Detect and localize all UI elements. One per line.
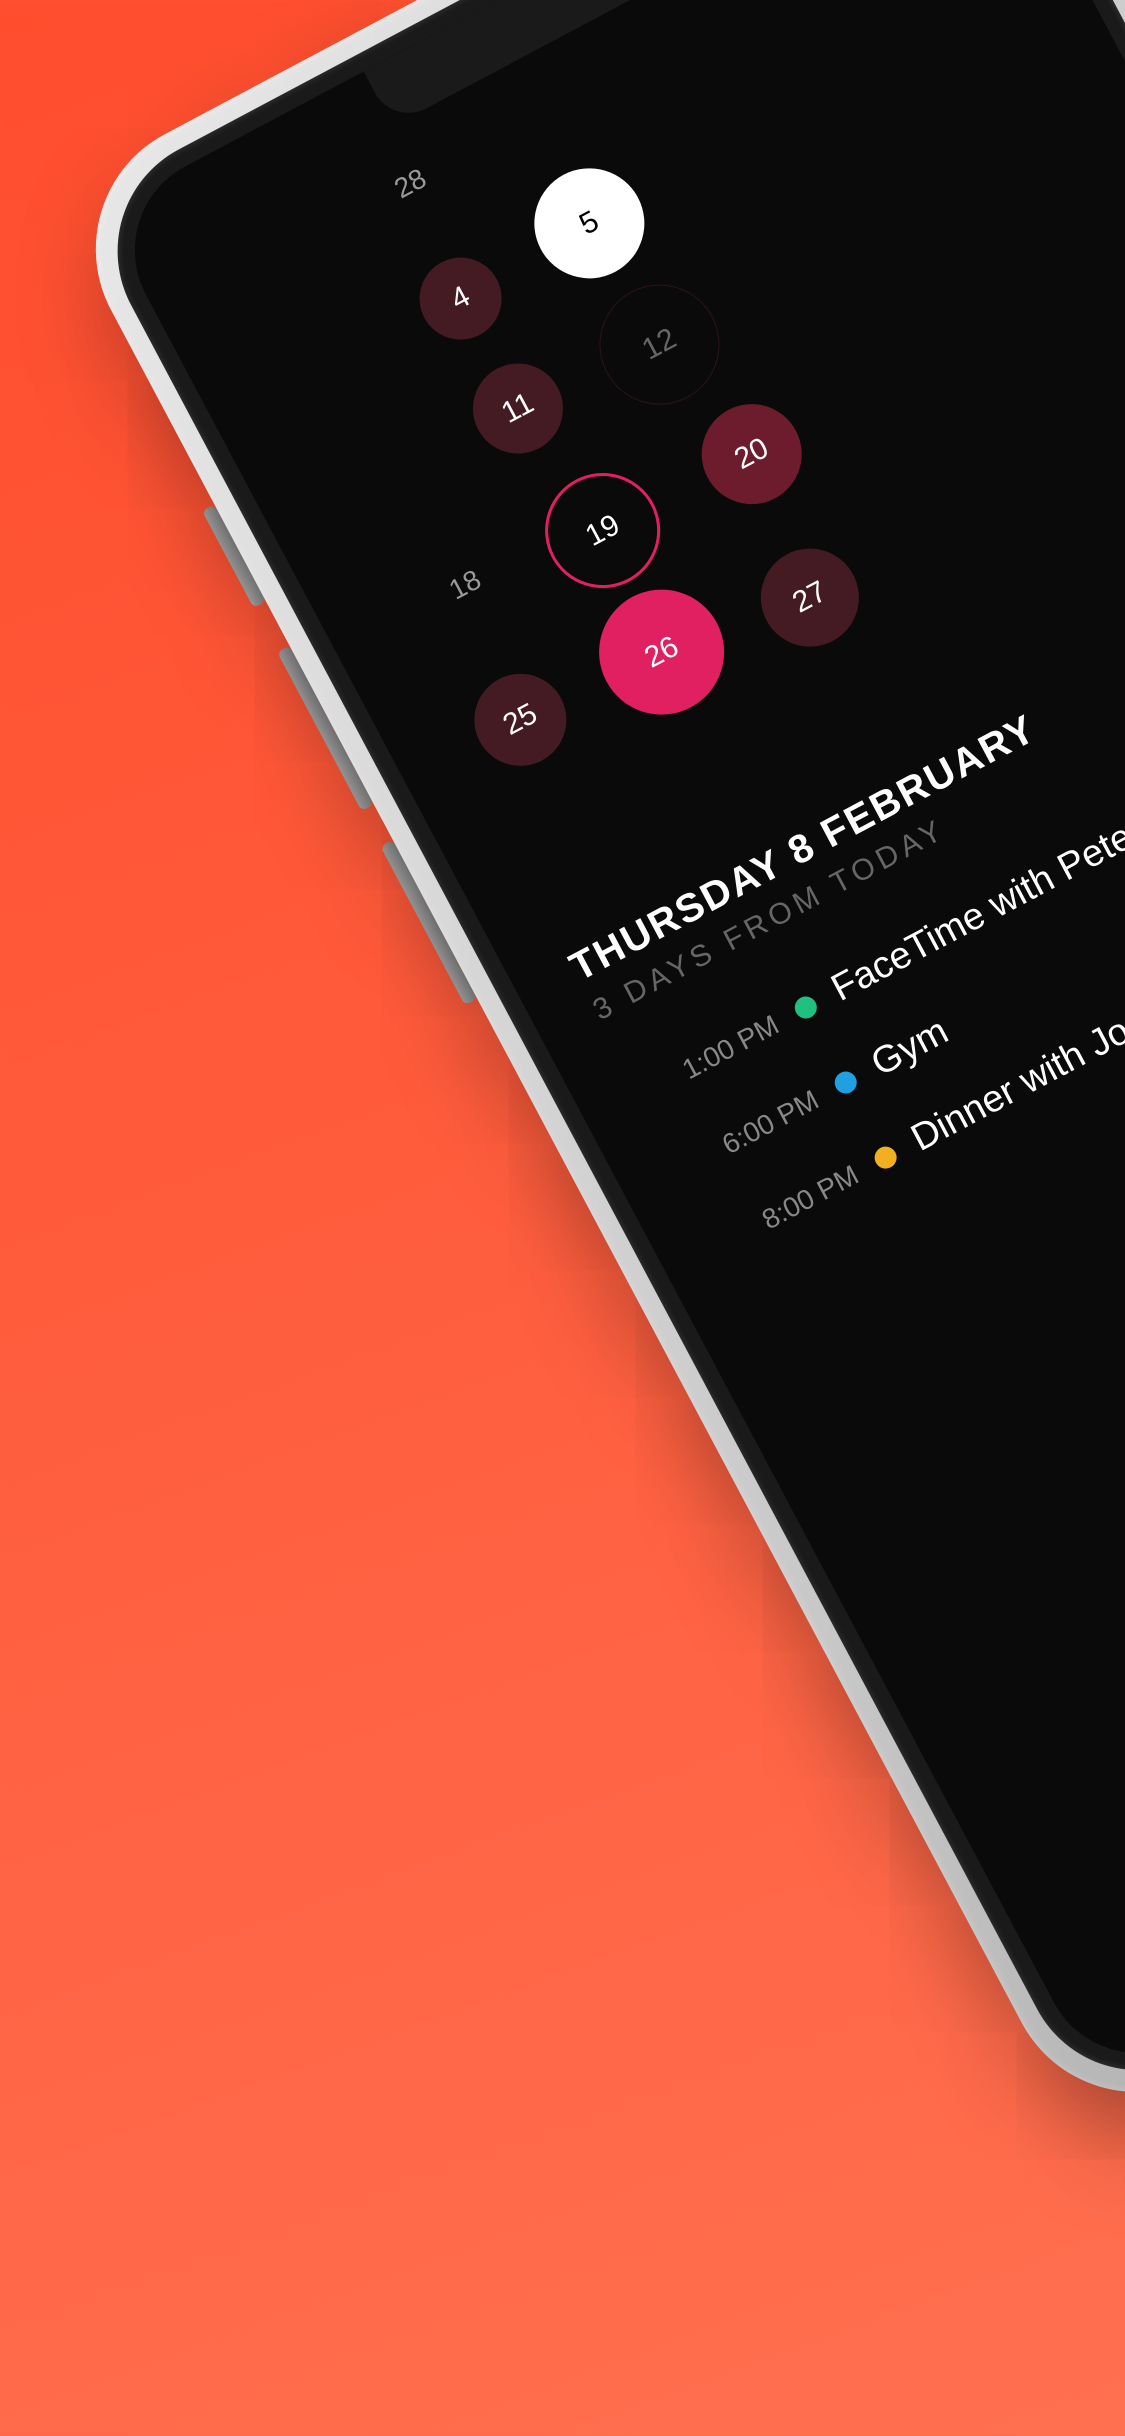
phone-mockup: 28 4 5 11 12 18 19 20 25: [50, 0, 1125, 2138]
event-title: Gym: [865, 1010, 956, 1086]
event-time: 6:00 PM: [672, 1083, 824, 1184]
phone-bezel: 28 4 5 11 12 18 19 20 25: [77, 0, 1125, 2111]
calendar-day[interactable]: 27: [744, 531, 877, 664]
event-time: 1:00 PM: [632, 1008, 784, 1109]
calendar-day[interactable]: 12: [578, 263, 740, 425]
calendar-day[interactable]: 19: [525, 453, 681, 609]
event-time: 8:00 PM: [712, 1159, 864, 1260]
category-filters: Work: [912, 1279, 1125, 1954]
calendar-day[interactable]: 11: [457, 348, 579, 470]
calendar-day-selected[interactable]: 5: [515, 149, 664, 298]
calendar-day[interactable]: 25: [458, 658, 582, 782]
calendar-day[interactable]: 4: [405, 243, 516, 354]
event-color-dot: [871, 1142, 901, 1172]
phone-screen: 28 4 5 11 12 18 19 20 25: [101, 0, 1125, 2086]
calendar-grid[interactable]: 28 4 5 11 12 18 19 20 25: [144, 0, 1032, 343]
calendar-day[interactable]: 20: [684, 386, 819, 521]
calendar-day-prev[interactable]: 28: [389, 162, 432, 205]
event-color-dot: [831, 1067, 861, 1097]
event-color-dot: [791, 992, 821, 1022]
calendar-day[interactable]: 26: [577, 568, 746, 737]
phone-frame: 28 4 5 11 12 18 19 20 25: [50, 0, 1125, 2138]
calendar-day[interactable]: 18: [444, 564, 487, 607]
